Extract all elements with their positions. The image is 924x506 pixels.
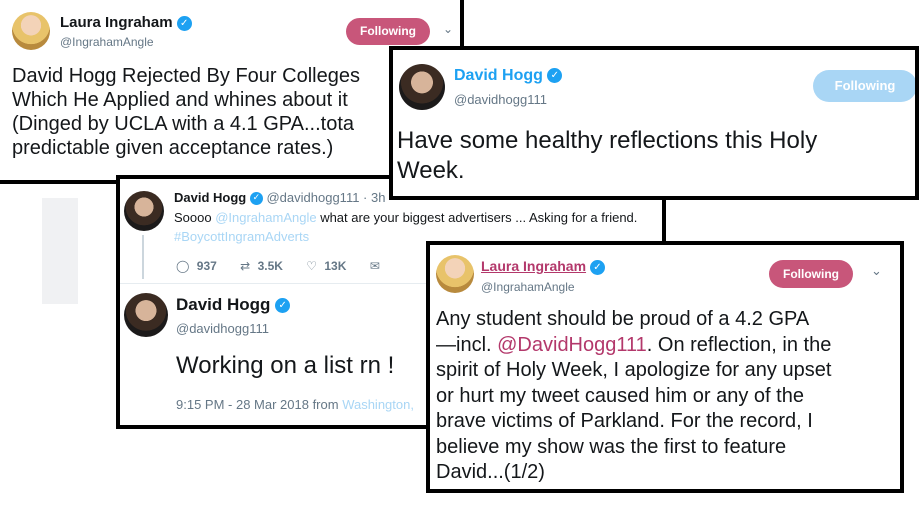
avatar[interactable] <box>124 293 168 337</box>
following-button[interactable]: Following <box>769 260 853 288</box>
mention-link[interactable]: @IngrahamAngle <box>215 210 316 225</box>
tweet-card-ingraham-apology: Laura Ingraham ✓ @IngrahamAngle Followin… <box>426 241 904 493</box>
verified-icon: ✓ <box>249 192 263 206</box>
tweet-text-line: David...(1/2) <box>436 461 545 483</box>
tweet-text-line: David Hogg Rejected By Four Colleges <box>12 65 360 87</box>
avatar[interactable] <box>124 191 164 231</box>
like-count: 13K <box>324 259 347 273</box>
tweet-text-line: believe my show was the first to feature <box>436 435 787 458</box>
background-panel <box>42 198 78 304</box>
tweet-text-line: (Dinged by UCLA with a 4.1 GPA...tota <box>12 113 355 135</box>
tweet-text: Have some healthy reflections this Holy … <box>397 126 817 186</box>
tweet-text: Any student should be proud of a 4.2 GPA… <box>436 307 831 486</box>
following-button[interactable]: Following <box>346 18 430 45</box>
message-icon[interactable]: ✉ <box>370 259 380 273</box>
avatar[interactable] <box>436 255 474 293</box>
avatar[interactable] <box>399 64 445 110</box>
action-bar: ◯ 937 ⇄ 3.5K ♡ 13K ✉ <box>176 259 380 273</box>
retweet-count: 3.5K <box>257 259 283 273</box>
tweet-text-line: —incl. @DavidHogg111. On reflection, in … <box>436 333 832 356</box>
tweet-text-line: Week. <box>397 157 465 184</box>
tweet-text-line: predictable given acceptance rates.) <box>12 137 334 159</box>
like-icon[interactable]: ♡ <box>306 259 317 273</box>
author-name[interactable]: David Hogg <box>454 67 543 84</box>
verified-icon: ✓ <box>547 68 563 84</box>
author-name[interactable]: Laura Ingraham <box>60 14 173 31</box>
reply-icon[interactable]: ◯ <box>176 259 189 273</box>
verified-icon: ✓ <box>589 259 605 275</box>
location-link[interactable]: Washington, <box>342 397 414 412</box>
retweet-icon[interactable]: ⇄ <box>240 259 250 273</box>
tweet-text-line: brave victims of Parkland. For the recor… <box>436 410 813 432</box>
reply-text: Soooo @IngrahamAngle what are your bigge… <box>174 210 638 225</box>
author-handle[interactable]: @IngrahamAngle <box>60 35 154 49</box>
thread-line <box>142 235 144 279</box>
author-name[interactable]: David Hogg <box>174 190 246 205</box>
author-name[interactable]: David Hogg <box>176 295 270 314</box>
verified-icon: ✓ <box>275 298 291 314</box>
author-name[interactable]: Laura Ingraham <box>481 258 586 274</box>
tweet-text: David Hogg Rejected By Four Colleges Whi… <box>12 64 360 160</box>
author-handle[interactable]: @davidhogg111 · 3h <box>266 190 385 205</box>
author-handle[interactable]: @davidhogg111 <box>454 92 547 107</box>
tweet-text-line: Which He Applied and whines about it <box>12 89 348 111</box>
timestamp: 9:15 PM - 28 Mar 2018 from Washington, <box>176 397 414 412</box>
chevron-down-icon[interactable]: ⌄ <box>443 22 453 36</box>
reply-count: 937 <box>196 259 217 273</box>
avatar[interactable] <box>12 12 50 50</box>
following-button[interactable]: Following <box>813 70 915 102</box>
tweet-card-hogg-reflections: David Hogg ✓ @davidhogg111 Following Hav… <box>389 46 919 200</box>
mention-link[interactable]: @DavidHogg111 <box>497 334 647 356</box>
verified-icon: ✓ <box>176 15 192 31</box>
author-handle[interactable]: @IngrahamAngle <box>481 280 575 294</box>
tweet-text-line: Any student should be proud of a 4.2 GPA <box>436 308 810 330</box>
chevron-down-icon[interactable]: ⌄ <box>871 264 882 279</box>
tweet-text: Working on a list rn ! <box>176 352 395 379</box>
tweet-text-line: Have some healthy reflections this Holy <box>397 127 818 154</box>
hashtag-link[interactable]: #BoycottIngramAdverts <box>174 229 309 244</box>
tweet-text-line: spirit of Holy Week, I apologize for any… <box>436 359 832 381</box>
tweet-text-line: or hurt my tweet caused him or any of th… <box>436 384 804 407</box>
author-handle[interactable]: @davidhogg111 <box>176 321 269 336</box>
